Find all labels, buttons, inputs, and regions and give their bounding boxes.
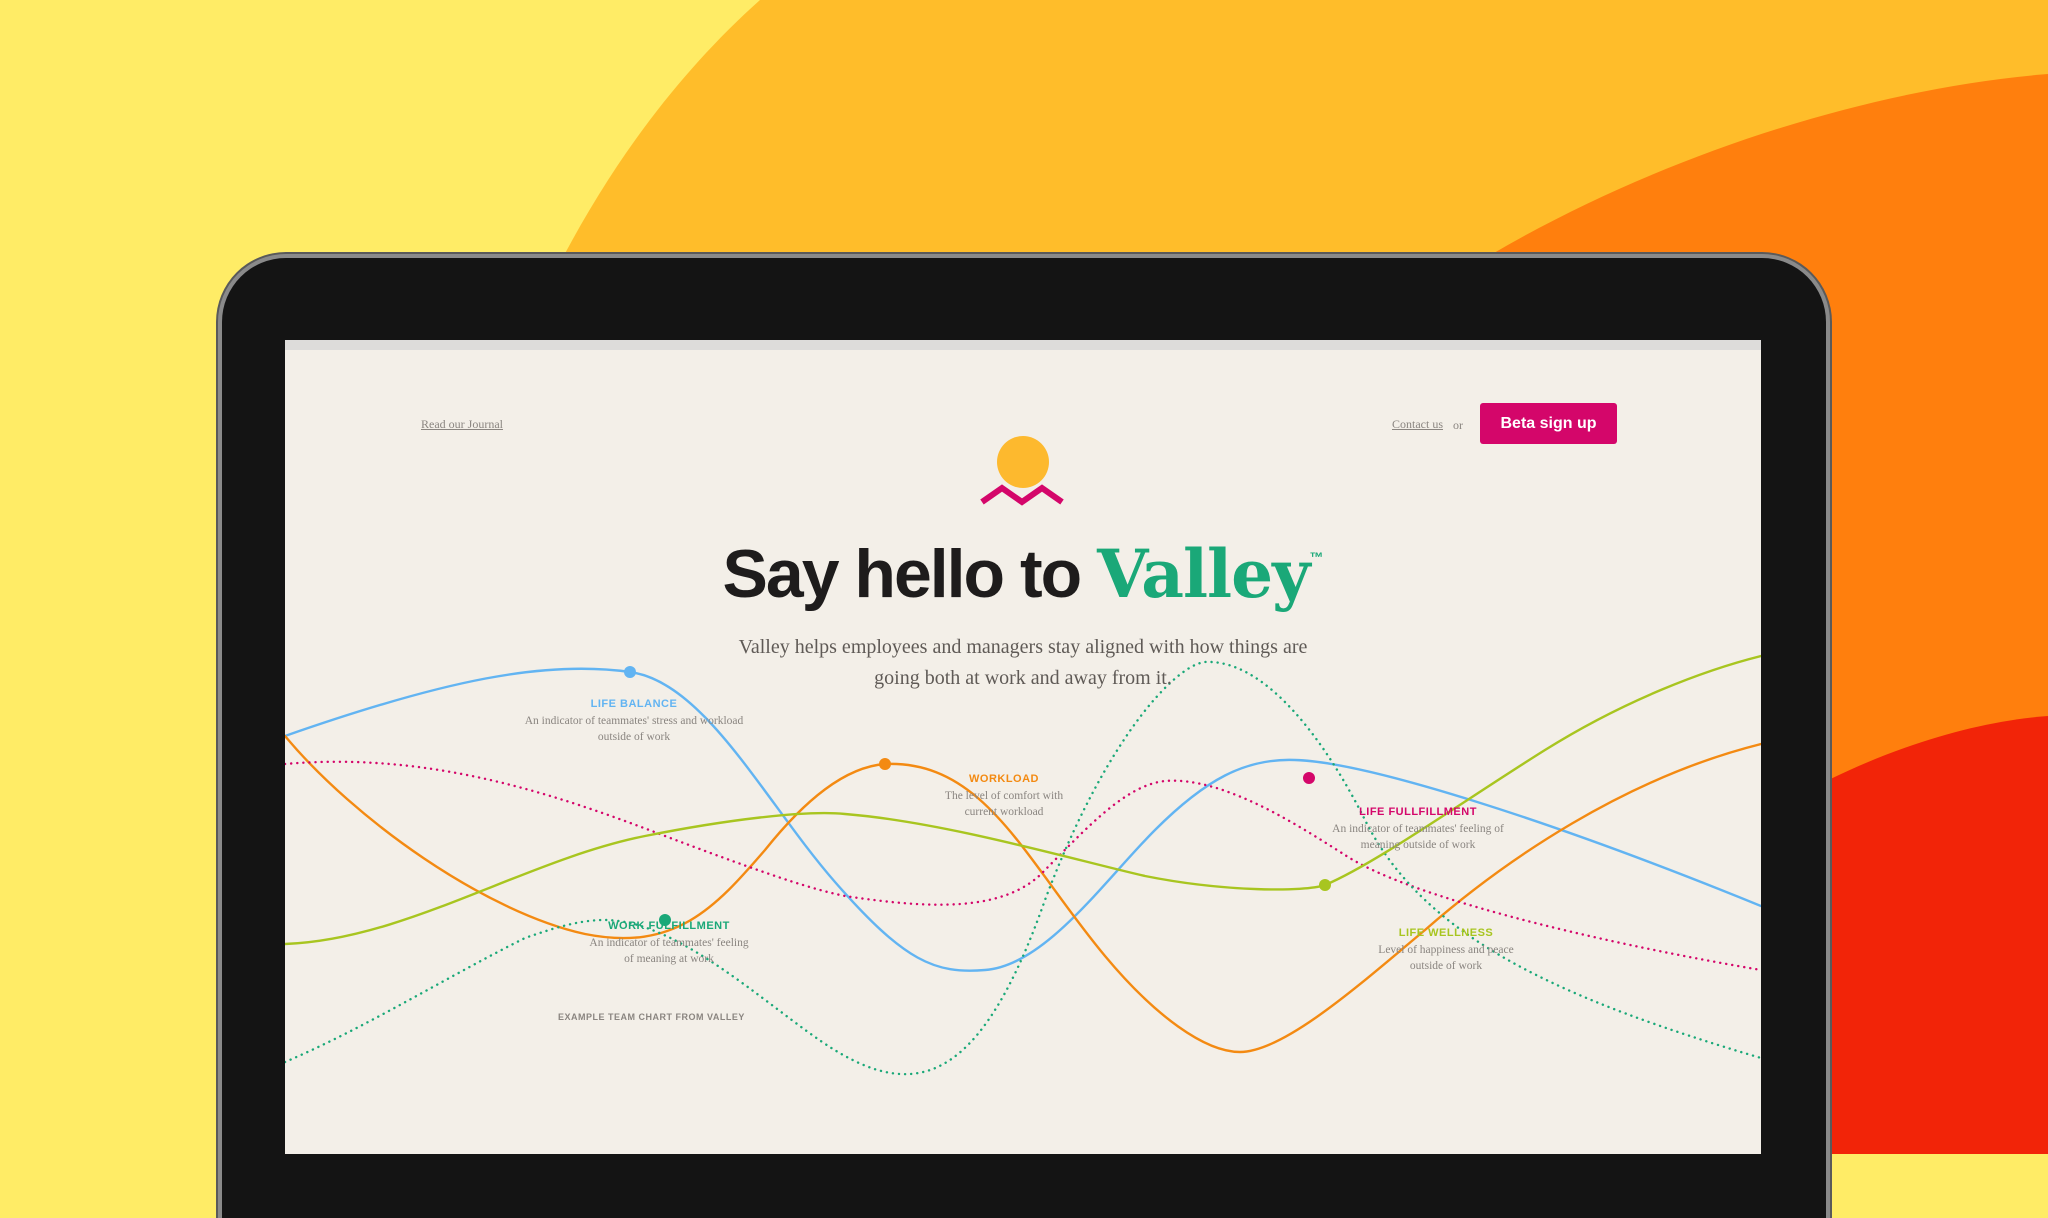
annotation-life-balance: LIFE BALANCE An indicator of teammates' … bbox=[514, 698, 754, 745]
annotation-description: The level of comfort with current worklo… bbox=[944, 790, 1064, 818]
beta-signup-button[interactable]: Beta sign up bbox=[1480, 403, 1617, 444]
series-line-work-fulfillment bbox=[285, 660, 1761, 1076]
contact-us-link[interactable]: Contact us bbox=[1392, 417, 1443, 432]
annotation-life-fullfillment: LIFE FULLFILLMENT An indicator of teamma… bbox=[1298, 806, 1538, 853]
or-text: or bbox=[1453, 418, 1463, 432]
logo-sun bbox=[997, 436, 1049, 488]
hero-subhead: Valley helps employees and managers stay… bbox=[738, 636, 1308, 689]
read-journal-link[interactable]: Read our Journal bbox=[421, 417, 503, 432]
annotation-title: LIFE FULLFILLMENT bbox=[1359, 806, 1477, 818]
brand-name: Valley bbox=[1097, 535, 1310, 613]
hero-headline: Say hello to Valley™ bbox=[285, 535, 1761, 613]
trademark-symbol: ™ bbox=[1309, 549, 1324, 565]
series-point-workload bbox=[879, 758, 891, 770]
headline-prefix: Say hello to bbox=[722, 536, 1083, 612]
chart-caption: EXAMPLE TEAM CHART FROM VALLEY bbox=[558, 1012, 745, 1022]
annotation-title: WORK FULFILLMENT bbox=[608, 920, 730, 932]
annotation-description: Level of happiness and peace outside of … bbox=[1378, 944, 1514, 972]
annotation-description: An indicator of teammates' feeling of me… bbox=[1332, 823, 1504, 851]
logo-mountains bbox=[980, 484, 1064, 506]
annotation-life-wellness: LIFE WELLNESS Level of happiness and pea… bbox=[1326, 927, 1566, 974]
annotation-title: LIFE BALANCE bbox=[590, 698, 678, 710]
annotation-workload: WORKLOAD The level of comfort with curre… bbox=[884, 773, 1124, 820]
annotation-description: An indicator of teammates' stress and wo… bbox=[524, 715, 744, 743]
annotation-description: An indicator of teammates' feeling of me… bbox=[589, 937, 749, 965]
annotation-title: WORKLOAD bbox=[969, 773, 1039, 785]
annotation-work-fulfillment: WORK FULFILLMENT An indicator of teammat… bbox=[549, 920, 789, 967]
bg-red-arc bbox=[1790, 716, 2048, 1154]
valley-sun-mountains-icon bbox=[980, 436, 1064, 506]
series-point-life-balance bbox=[624, 666, 636, 678]
series-point-life-wellness bbox=[1319, 879, 1331, 891]
website-screen: Read our Journal Contact us or Beta sign… bbox=[285, 340, 1761, 1154]
annotation-title: LIFE WELLNESS bbox=[1398, 927, 1494, 939]
series-point-life-fullfillment bbox=[1303, 772, 1315, 784]
